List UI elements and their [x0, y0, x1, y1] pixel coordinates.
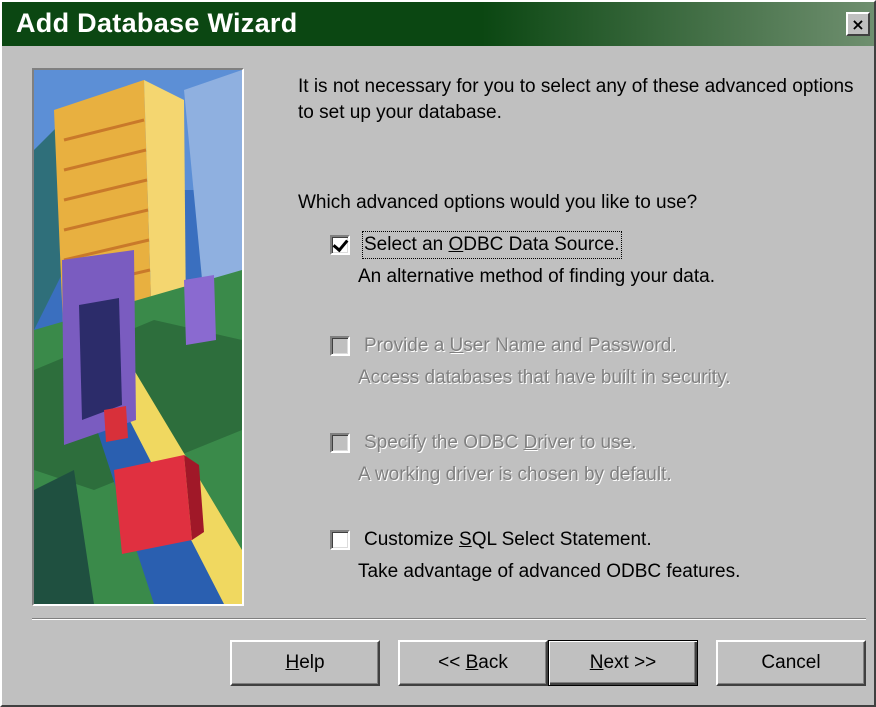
odbc-data-source-checkbox[interactable]	[330, 235, 350, 255]
separator-line	[32, 618, 866, 620]
next-button[interactable]: Next >>	[548, 640, 698, 686]
customize-sql-label[interactable]: Customize SQL Select Statement.	[364, 528, 652, 552]
customize-sql-checkbox[interactable]	[330, 530, 350, 550]
odbc-driver-description: A working driver is chosen by default.	[358, 464, 672, 485]
building-artwork-image	[34, 70, 242, 604]
wizard-illustration	[32, 68, 244, 606]
close-icon: ×	[851, 14, 865, 34]
user-name-password-description: Access databases that have built in secu…	[358, 367, 731, 388]
odbc-data-source-label[interactable]: Select an ODBC Data Source.	[362, 231, 622, 259]
cancel-button[interactable]: Cancel	[716, 640, 866, 686]
window-title: Add Database Wizard	[16, 8, 298, 38]
question-text: Which advanced options would you like to…	[298, 192, 698, 213]
help-button[interactable]: Help	[230, 640, 380, 686]
odbc-data-source-description: An alternative method of finding your da…	[358, 266, 716, 287]
odbc-driver-label: Specify the ODBC Driver to use.	[364, 432, 637, 453]
close-button[interactable]: ×	[846, 12, 870, 36]
wizard-dialog: Add Database Wizard × It is not necessar…	[0, 0, 876, 707]
title-bar[interactable]: Add Database Wizard ×	[2, 2, 874, 46]
customize-sql-description: Take advantage of advanced ODBC features…	[358, 561, 741, 582]
odbc-driver-checkbox	[330, 433, 350, 453]
back-button[interactable]: << Back	[398, 640, 548, 686]
intro-text: It is not necessary for you to select an…	[298, 76, 854, 123]
user-name-password-label: Provide a User Name and Password.	[364, 335, 677, 356]
user-name-password-checkbox	[330, 336, 350, 356]
